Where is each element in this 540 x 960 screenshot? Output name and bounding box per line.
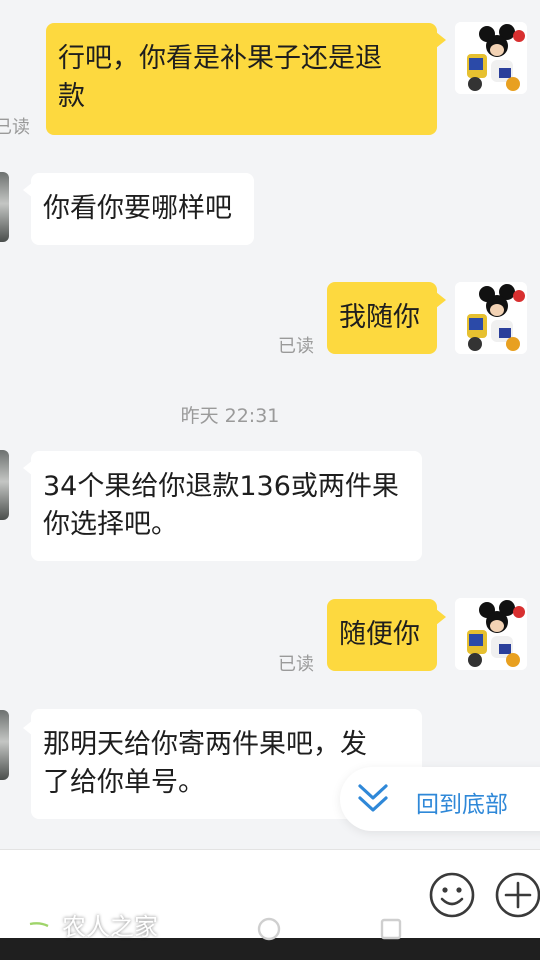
smiley-icon[interactable]: [428, 871, 476, 919]
avatar-self[interactable]: [455, 22, 527, 94]
message-bubble-incoming[interactable]: 34个果给你退款136或两件果 你选择吧。: [31, 451, 422, 561]
mickey-avatar-icon: [455, 598, 527, 670]
read-receipt: 已读: [0, 117, 30, 138]
mickey-avatar-icon: [455, 282, 527, 354]
back-to-bottom-label: 回到底部: [416, 792, 508, 818]
message-text-line: 随便你: [339, 619, 420, 650]
bubble-tail: [436, 609, 446, 625]
message-text-line: 34个果给你退款136或两件果: [43, 471, 399, 502]
recents-nav-icon[interactable]: [378, 916, 404, 942]
home-nav-icon[interactable]: [256, 916, 282, 942]
bubble-tail: [436, 292, 446, 308]
mickey-avatar-icon: [455, 22, 527, 94]
message-text-line: 那明天给你寄两件果吧，发: [43, 729, 367, 760]
plus-icon[interactable]: [494, 871, 540, 919]
avatar-self[interactable]: [455, 282, 527, 354]
message-text-line: 你选择吧。: [43, 509, 178, 540]
avatar-contact[interactable]: [0, 450, 9, 520]
message-bubble-outgoing[interactable]: 行吧，你看是补果子还是退 款: [46, 23, 437, 135]
bubble-tail: [436, 32, 446, 48]
avatar-self[interactable]: [455, 598, 527, 670]
watermark-logo-icon: [29, 909, 54, 935]
back-to-bottom-button[interactable]: 回到底部: [340, 767, 540, 831]
message-text-line: 款: [58, 81, 85, 112]
read-receipt: 已读: [278, 654, 314, 675]
message-text-line: 行吧，你看是补果子还是退: [58, 43, 382, 74]
avatar-contact[interactable]: [0, 172, 9, 242]
message-bubble-outgoing[interactable]: 我随你: [327, 282, 437, 354]
message-text-line: 你看你要哪样吧: [43, 193, 232, 224]
message-bubble-outgoing[interactable]: 随便你: [327, 599, 437, 671]
message-text-line: 我随你: [339, 302, 420, 333]
message-bubble-incoming[interactable]: 你看你要哪样吧: [31, 173, 254, 245]
avatar-contact[interactable]: [0, 710, 9, 780]
read-receipt: 已读: [278, 336, 314, 357]
watermark-text: 农人之家: [62, 913, 158, 941]
double-chevron-down-icon: [358, 784, 388, 812]
chat-timestamp: 昨天 22:31: [180, 405, 280, 427]
